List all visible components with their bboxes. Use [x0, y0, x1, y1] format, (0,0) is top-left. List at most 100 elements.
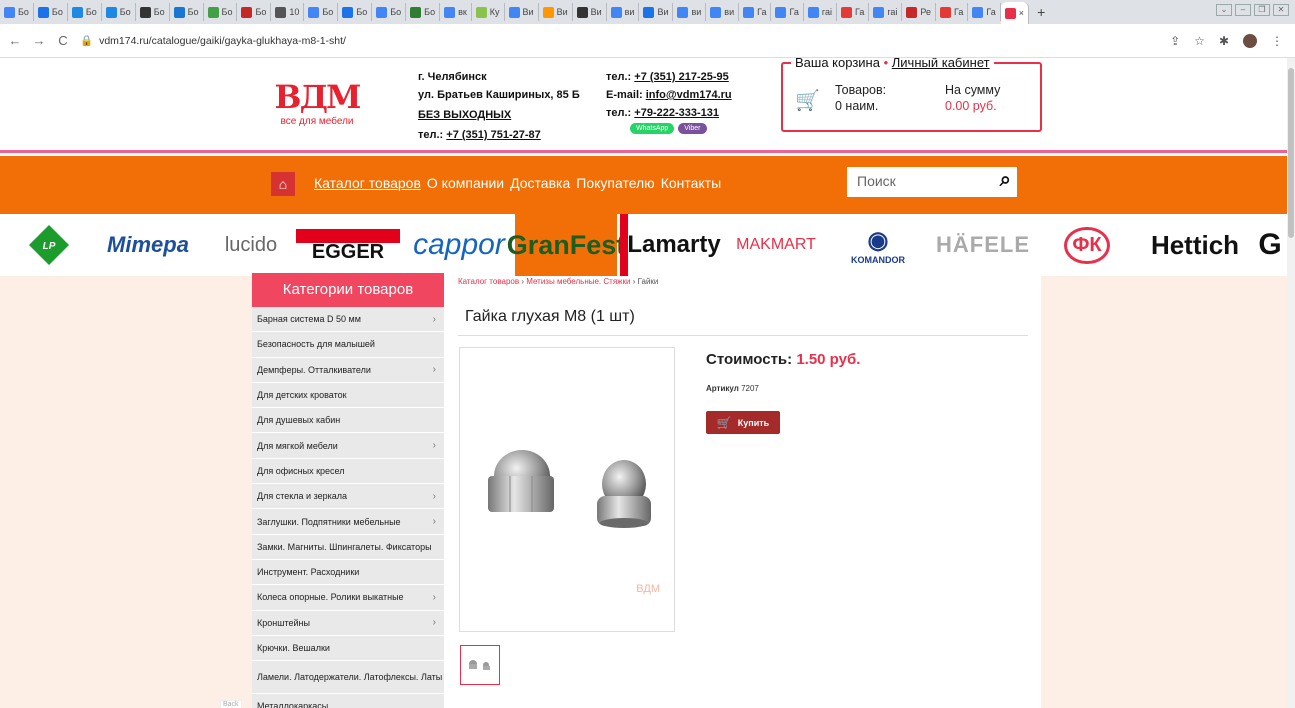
sidebar-category[interactable]: Металлокаркасы: [252, 694, 444, 708]
home-button[interactable]: ⌂: [271, 172, 295, 196]
breadcrumb-item[interactable]: Каталог товаров: [458, 277, 519, 286]
search-icon[interactable]: ⌕: [1000, 169, 1011, 192]
sidebar-category[interactable]: Для душевых кабин: [252, 408, 444, 434]
browser-tab[interactable]: Бо: [338, 3, 373, 21]
browser-tab[interactable]: Бо: [170, 3, 204, 21]
browser-tab[interactable]: Бо: [372, 3, 407, 21]
browser-tab[interactable]: 10: [271, 3, 305, 21]
restore-icon[interactable]: ❐: [1254, 4, 1270, 16]
viber-button[interactable]: Viber: [678, 123, 707, 134]
browser-tab[interactable]: ви: [706, 3, 740, 21]
browser-tab[interactable]: вк: [440, 3, 472, 21]
browser-tab[interactable]: Га: [968, 3, 1001, 21]
shopping-cart-icon[interactable]: 🛒: [795, 88, 820, 113]
back-tag[interactable]: Back: [220, 700, 242, 708]
brand-logo-lp[interactable]: LP: [24, 214, 74, 276]
sidebar-category[interactable]: Заглушки. Подпятники мебельные ›: [252, 509, 444, 535]
browser-tab[interactable]: Ви: [573, 3, 607, 21]
brand-logo-granfest[interactable]: GranFest: [507, 214, 625, 276]
browser-tab[interactable]: Бо: [34, 3, 68, 21]
browser-tab[interactable]: ви: [607, 3, 640, 21]
brand-logo-lucido[interactable]: lucido: [212, 214, 290, 276]
scrollbar-thumb[interactable]: [1288, 68, 1294, 238]
brand-logo-lamarty[interactable]: Lamarty: [620, 214, 721, 276]
brand-logo-hettich[interactable]: Hettich: [1150, 214, 1240, 276]
browser-tab[interactable]: Бо: [204, 3, 238, 21]
sidebar-category[interactable]: Инструмент. Расходники: [252, 560, 444, 586]
browser-tab[interactable]: Ре: [902, 3, 937, 21]
bookmark-star-icon[interactable]: ☆: [1194, 34, 1205, 48]
profile-avatar[interactable]: [1243, 33, 1257, 48]
brand-logo-komandor[interactable]: ◉ KOMANDOR: [836, 214, 920, 276]
email-link[interactable]: info@vdm174.ru: [646, 89, 732, 101]
phone3-link[interactable]: +79-222-333-131: [634, 107, 719, 119]
sidebar-category[interactable]: Для стекла и зеркала ›: [252, 484, 444, 510]
browser-tab[interactable]: гаі: [804, 3, 837, 21]
browser-tab[interactable]: Бо: [237, 3, 272, 21]
search-input[interactable]: Поиск ⌕: [847, 167, 1017, 197]
phone2-link[interactable]: +7 (351) 751-27-87: [446, 129, 540, 141]
minimize-icon[interactable]: –: [1235, 4, 1251, 16]
browser-tab[interactable]: Га: [837, 3, 870, 21]
browser-tab[interactable]: Ку: [472, 3, 505, 21]
phone1-link[interactable]: +7 (351) 217-25-95: [634, 71, 728, 83]
sidebar-category[interactable]: Ламели. Латодержатели. Латофлексы. Латы: [252, 661, 444, 695]
nav-item-about[interactable]: О компании: [427, 175, 504, 191]
browser-menu-icon[interactable]: ⋮: [1271, 34, 1283, 48]
cart-title[interactable]: Ваша корзина: [795, 58, 880, 70]
nav-item-contacts[interactable]: Контакты: [661, 175, 721, 191]
browser-tab-active[interactable]: ×: [1000, 2, 1030, 24]
brand-logo-fk[interactable]: ФК: [1058, 214, 1116, 276]
sidebar-category[interactable]: Для детских кроваток: [252, 383, 444, 409]
browser-tab[interactable]: Га: [771, 3, 804, 21]
brand-logo-mimepa[interactable]: Mimepa: [98, 214, 198, 276]
forward-arrow-icon[interactable]: →: [30, 33, 48, 48]
breadcrumb-item[interactable]: Метизы мебельные. Стяжки: [526, 277, 630, 286]
page-scrollbar[interactable]: [1287, 58, 1295, 708]
brand-logo-makmart[interactable]: MAKMART: [724, 214, 828, 276]
sidebar-category[interactable]: Для мягкой мебели ›: [252, 433, 444, 459]
brand-logo-partial[interactable]: G: [1250, 214, 1287, 276]
close-window-icon[interactable]: ✕: [1273, 4, 1289, 16]
new-tab-icon[interactable]: +: [1037, 4, 1045, 20]
nav-item-delivery[interactable]: Доставка: [510, 175, 570, 191]
product-thumbnail[interactable]: [460, 645, 500, 685]
browser-tab[interactable]: Бо: [102, 3, 136, 21]
browser-tab[interactable]: Бо: [304, 3, 339, 21]
sidebar-category[interactable]: Демпферы. Отталкиватели ›: [252, 358, 444, 383]
product-image[interactable]: ВДМ: [459, 347, 675, 632]
nav-item-customer[interactable]: Покупателю: [576, 175, 654, 191]
browser-tab[interactable]: гаі: [869, 3, 903, 21]
extensions-icon[interactable]: ✱: [1219, 34, 1229, 48]
browser-tab[interactable]: Ви: [639, 3, 674, 21]
sidebar-category[interactable]: Для офисных кресел: [252, 459, 444, 485]
sidebar-category[interactable]: Колеса опорные. Ролики выкатные ›: [252, 585, 444, 611]
brand-logo-cappor[interactable]: cappor: [404, 214, 514, 276]
browser-tab[interactable]: Га: [739, 3, 772, 21]
buy-button[interactable]: 🛒 Купить: [706, 411, 780, 434]
tab-search-icon[interactable]: ⌄: [1216, 4, 1232, 16]
browser-tab[interactable]: Бо: [0, 3, 34, 21]
back-arrow-icon[interactable]: ←: [6, 33, 24, 48]
browser-tab[interactable]: Га: [936, 3, 969, 21]
browser-tab[interactable]: Бо: [136, 3, 170, 21]
sidebar-category[interactable]: Замки. Магниты. Шпингалеты. Фиксаторы: [252, 535, 444, 560]
sidebar-category[interactable]: Кронштейны ›: [252, 611, 444, 636]
brand-logo-egger[interactable]: EGGER: [296, 229, 400, 263]
account-link[interactable]: Личный кабинет: [892, 58, 990, 70]
browser-tab[interactable]: Бо: [68, 3, 102, 21]
brand-logo-hafele[interactable]: HÄFELE: [930, 214, 1036, 276]
browser-tab[interactable]: Ви: [505, 3, 539, 21]
sidebar-category[interactable]: Безопасность для малышей: [252, 332, 444, 358]
sidebar-category[interactable]: Крючки. Вешалки: [252, 636, 444, 662]
tab-close-icon[interactable]: ×: [1019, 8, 1024, 18]
browser-tab[interactable]: Ви: [539, 3, 573, 21]
sidebar-category[interactable]: Барная система D 50 мм ›: [252, 307, 444, 333]
browser-tab[interactable]: ви: [673, 3, 707, 21]
whatsapp-button[interactable]: WhatsApp: [630, 123, 675, 134]
nav-item-catalog[interactable]: Каталог товаров: [314, 175, 421, 191]
reload-icon[interactable]: C: [54, 33, 72, 48]
site-logo[interactable]: ВДМ все для мебели: [270, 78, 364, 138]
browser-tab[interactable]: Бо: [406, 3, 441, 21]
share-icon[interactable]: ⇪: [1170, 34, 1180, 48]
